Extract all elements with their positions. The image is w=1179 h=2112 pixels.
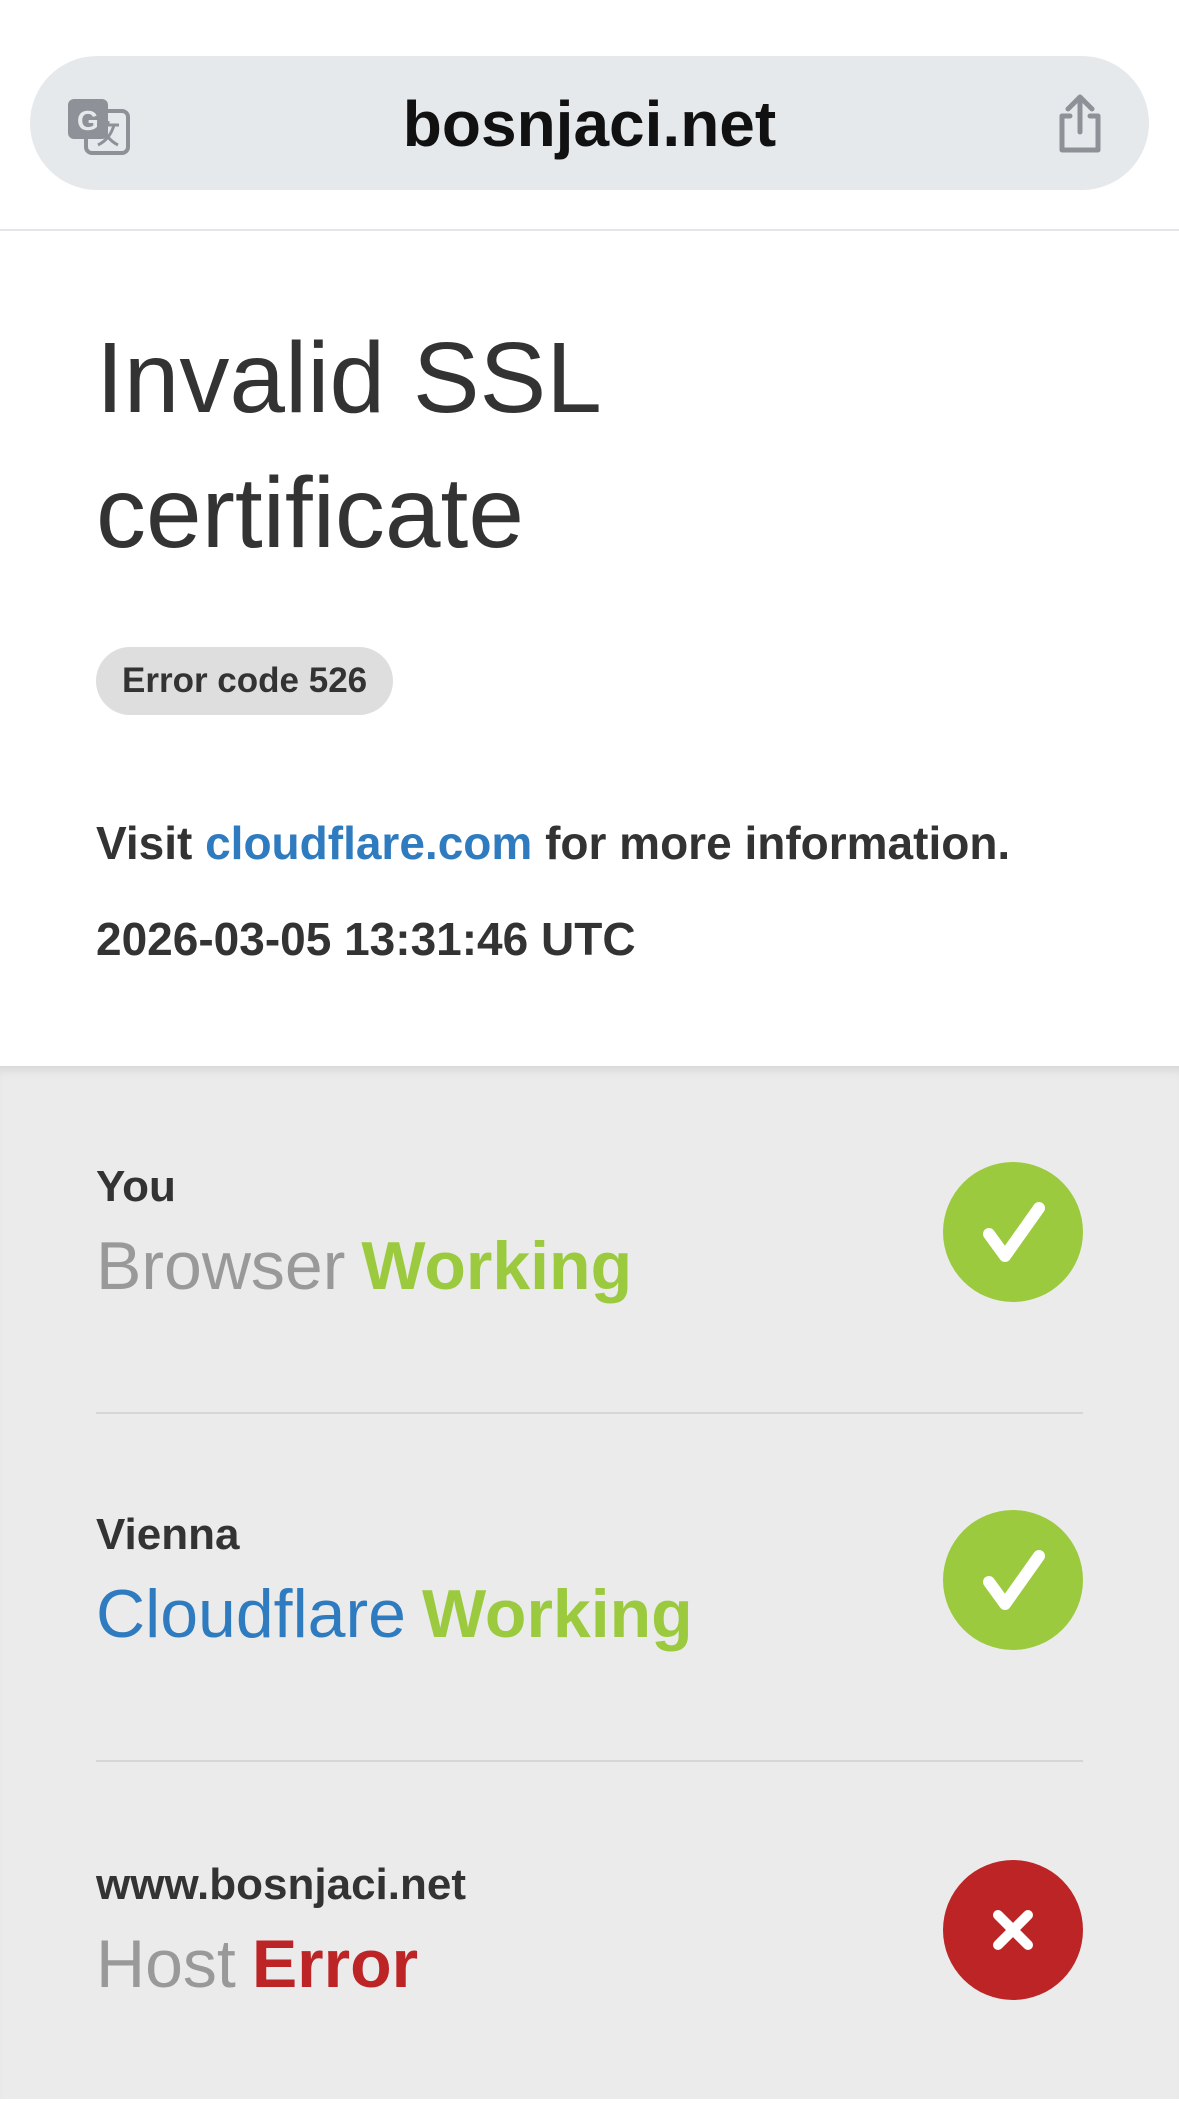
status-location: www.bosnjaci.net <box>96 1860 466 1909</box>
cloudflare-link[interactable]: cloudflare.com <box>205 817 532 869</box>
status-state: Working <box>361 1228 633 1304</box>
status-state: Error <box>251 1926 419 2002</box>
timestamp: 2026-03-05 13:31:46 UTC <box>96 913 636 965</box>
translate-icon: G <box>68 99 130 155</box>
share-icon <box>1059 94 1101 153</box>
status-state: Working <box>421 1576 693 1652</box>
share-button[interactable] <box>1048 92 1112 156</box>
status-panel: You Browser Working Vienna Cloudflare Work… <box>0 1066 1179 2099</box>
check-icon <box>943 1162 1083 1302</box>
info-suffix: for more information. <box>545 817 1011 869</box>
status-name: Cloudflare <box>96 1576 406 1652</box>
info-text: Visit cloudflare.com for more informatio… <box>96 813 1010 873</box>
url-label[interactable]: bosnjaci.net <box>200 80 979 168</box>
status-line: Cloudflare Working <box>96 1574 693 1654</box>
status-line: Host Error <box>96 1924 418 2004</box>
translate-button[interactable]: G <box>66 95 130 155</box>
info-prefix: Visit <box>96 817 193 869</box>
status-location: You <box>96 1162 176 1211</box>
status-row-cloudflare: Vienna Cloudflare Working <box>96 1414 1083 1762</box>
page-title: Invalid SSL certificate <box>96 322 599 569</box>
status-name: Host <box>96 1926 236 2002</box>
status-location: Vienna <box>96 1510 240 1559</box>
browser-toolbar: G bosnjaci.net <box>0 0 1179 231</box>
error-content: Invalid SSL certificate Error code 526 V… <box>0 233 1179 1066</box>
check-icon <box>943 1510 1083 1650</box>
error-code-badge: Error code 526 <box>96 647 394 715</box>
svg-text:G: G <box>77 105 99 136</box>
status-name: Browser <box>96 1228 346 1304</box>
status-row-browser: You Browser Working <box>96 1066 1083 1414</box>
close-icon <box>943 1860 1083 2000</box>
status-row-host: www.bosnjaci.net Host Error <box>96 1764 1083 2112</box>
status-line: Browser Working <box>96 1226 632 1306</box>
